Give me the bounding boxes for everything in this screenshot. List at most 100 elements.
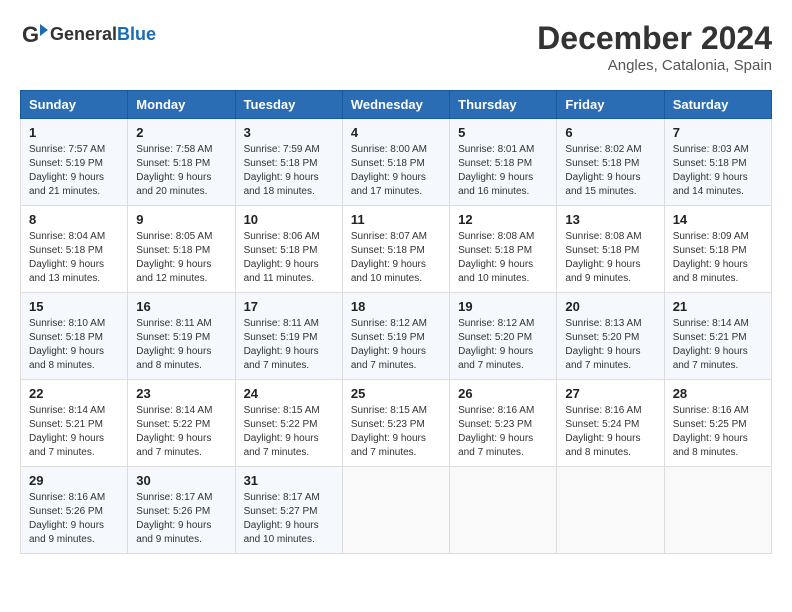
day-info: Sunrise: 8:16 AM Sunset: 5:25 PM Dayligh… [673,404,763,460]
calendar-cell: 30 Sunrise: 8:17 AM Sunset: 5:26 PM Dayl… [128,467,235,554]
day-number: 24 [244,386,334,401]
calendar-cell: 27 Sunrise: 8:16 AM Sunset: 5:24 PM Dayl… [557,380,664,467]
logo-general: General [50,24,117,44]
day-number: 10 [244,212,334,227]
day-info: Sunrise: 7:59 AM Sunset: 5:18 PM Dayligh… [244,143,334,199]
day-info: Sunrise: 8:15 AM Sunset: 5:23 PM Dayligh… [351,404,441,460]
day-number: 31 [244,473,334,488]
day-number: 26 [458,386,548,401]
logo-blue: Blue [117,24,156,44]
day-number: 23 [136,386,226,401]
calendar-cell: 2 Sunrise: 7:58 AM Sunset: 5:18 PM Dayli… [128,119,235,206]
calendar-header: SundayMondayTuesdayWednesdayThursdayFrid… [21,91,772,119]
calendar-cell: 12 Sunrise: 8:08 AM Sunset: 5:18 PM Dayl… [450,206,557,293]
calendar-cell: 3 Sunrise: 7:59 AM Sunset: 5:18 PM Dayli… [235,119,342,206]
calendar-table: SundayMondayTuesdayWednesdayThursdayFrid… [20,90,772,554]
calendar-row: 15 Sunrise: 8:10 AM Sunset: 5:18 PM Dayl… [21,293,772,380]
calendar-cell: 6 Sunrise: 8:02 AM Sunset: 5:18 PM Dayli… [557,119,664,206]
day-number: 8 [29,212,119,227]
day-number: 12 [458,212,548,227]
day-info: Sunrise: 8:14 AM Sunset: 5:22 PM Dayligh… [136,404,226,460]
day-number: 21 [673,299,763,314]
calendar-cell: 22 Sunrise: 8:14 AM Sunset: 5:21 PM Dayl… [21,380,128,467]
calendar-cell: 21 Sunrise: 8:14 AM Sunset: 5:21 PM Dayl… [664,293,771,380]
day-number: 20 [565,299,655,314]
day-of-week-header: Monday [128,91,235,119]
day-info: Sunrise: 8:04 AM Sunset: 5:18 PM Dayligh… [29,230,119,286]
day-number: 18 [351,299,441,314]
page-header: G GeneralBlue December 2024 Angles, Cata… [20,20,772,74]
day-info: Sunrise: 8:16 AM Sunset: 5:26 PM Dayligh… [29,491,119,547]
calendar-cell: 29 Sunrise: 8:16 AM Sunset: 5:26 PM Dayl… [21,467,128,554]
day-number: 7 [673,125,763,140]
calendar-cell: 19 Sunrise: 8:12 AM Sunset: 5:20 PM Dayl… [450,293,557,380]
day-info: Sunrise: 8:05 AM Sunset: 5:18 PM Dayligh… [136,230,226,286]
calendar-cell: 18 Sunrise: 8:12 AM Sunset: 5:19 PM Dayl… [342,293,449,380]
day-of-week-header: Tuesday [235,91,342,119]
svg-text:G: G [22,22,39,47]
calendar-cell [450,467,557,554]
calendar-cell: 1 Sunrise: 7:57 AM Sunset: 5:19 PM Dayli… [21,119,128,206]
day-info: Sunrise: 8:16 AM Sunset: 5:23 PM Dayligh… [458,404,548,460]
day-info: Sunrise: 8:17 AM Sunset: 5:27 PM Dayligh… [244,491,334,547]
calendar-row: 22 Sunrise: 8:14 AM Sunset: 5:21 PM Dayl… [21,380,772,467]
calendar-cell: 23 Sunrise: 8:14 AM Sunset: 5:22 PM Dayl… [128,380,235,467]
calendar-cell: 28 Sunrise: 8:16 AM Sunset: 5:25 PM Dayl… [664,380,771,467]
calendar-row: 29 Sunrise: 8:16 AM Sunset: 5:26 PM Dayl… [21,467,772,554]
day-of-week-header: Wednesday [342,91,449,119]
day-number: 15 [29,299,119,314]
day-number: 29 [29,473,119,488]
calendar-row: 1 Sunrise: 7:57 AM Sunset: 5:19 PM Dayli… [21,119,772,206]
calendar-cell [557,467,664,554]
day-number: 22 [29,386,119,401]
day-info: Sunrise: 8:17 AM Sunset: 5:26 PM Dayligh… [136,491,226,547]
calendar-cell [664,467,771,554]
day-info: Sunrise: 8:06 AM Sunset: 5:18 PM Dayligh… [244,230,334,286]
calendar-cell [342,467,449,554]
calendar-cell: 24 Sunrise: 8:15 AM Sunset: 5:22 PM Dayl… [235,380,342,467]
day-info: Sunrise: 8:03 AM Sunset: 5:18 PM Dayligh… [673,143,763,199]
day-number: 13 [565,212,655,227]
day-number: 3 [244,125,334,140]
day-number: 9 [136,212,226,227]
day-number: 1 [29,125,119,140]
day-info: Sunrise: 8:08 AM Sunset: 5:18 PM Dayligh… [565,230,655,286]
day-info: Sunrise: 8:02 AM Sunset: 5:18 PM Dayligh… [565,143,655,199]
day-of-week-header: Saturday [664,91,771,119]
day-info: Sunrise: 8:16 AM Sunset: 5:24 PM Dayligh… [565,404,655,460]
day-number: 11 [351,212,441,227]
day-info: Sunrise: 7:57 AM Sunset: 5:19 PM Dayligh… [29,143,119,199]
day-number: 25 [351,386,441,401]
calendar-cell: 31 Sunrise: 8:17 AM Sunset: 5:27 PM Dayl… [235,467,342,554]
calendar-cell: 11 Sunrise: 8:07 AM Sunset: 5:18 PM Dayl… [342,206,449,293]
day-of-week-header: Sunday [21,91,128,119]
day-number: 30 [136,473,226,488]
day-info: Sunrise: 8:12 AM Sunset: 5:20 PM Dayligh… [458,317,548,373]
calendar-cell: 7 Sunrise: 8:03 AM Sunset: 5:18 PM Dayli… [664,119,771,206]
day-info: Sunrise: 8:10 AM Sunset: 5:18 PM Dayligh… [29,317,119,373]
day-number: 14 [673,212,763,227]
logo-icon: G [20,20,48,48]
calendar-cell: 25 Sunrise: 8:15 AM Sunset: 5:23 PM Dayl… [342,380,449,467]
month-title: December 2024 [537,20,772,57]
calendar-cell: 4 Sunrise: 8:00 AM Sunset: 5:18 PM Dayli… [342,119,449,206]
day-number: 6 [565,125,655,140]
day-number: 5 [458,125,548,140]
day-number: 16 [136,299,226,314]
day-number: 17 [244,299,334,314]
calendar-cell: 20 Sunrise: 8:13 AM Sunset: 5:20 PM Dayl… [557,293,664,380]
calendar-cell: 16 Sunrise: 8:11 AM Sunset: 5:19 PM Dayl… [128,293,235,380]
day-info: Sunrise: 8:13 AM Sunset: 5:20 PM Dayligh… [565,317,655,373]
day-info: Sunrise: 8:11 AM Sunset: 5:19 PM Dayligh… [244,317,334,373]
day-info: Sunrise: 8:00 AM Sunset: 5:18 PM Dayligh… [351,143,441,199]
day-info: Sunrise: 8:08 AM Sunset: 5:18 PM Dayligh… [458,230,548,286]
day-number: 2 [136,125,226,140]
day-info: Sunrise: 8:07 AM Sunset: 5:18 PM Dayligh… [351,230,441,286]
day-info: Sunrise: 7:58 AM Sunset: 5:18 PM Dayligh… [136,143,226,199]
title-block: December 2024 Angles, Catalonia, Spain [537,20,772,74]
calendar-cell: 13 Sunrise: 8:08 AM Sunset: 5:18 PM Dayl… [557,206,664,293]
calendar-cell: 5 Sunrise: 8:01 AM Sunset: 5:18 PM Dayli… [450,119,557,206]
location-title: Angles, Catalonia, Spain [537,57,772,74]
day-info: Sunrise: 8:15 AM Sunset: 5:22 PM Dayligh… [244,404,334,460]
calendar-cell: 8 Sunrise: 8:04 AM Sunset: 5:18 PM Dayli… [21,206,128,293]
